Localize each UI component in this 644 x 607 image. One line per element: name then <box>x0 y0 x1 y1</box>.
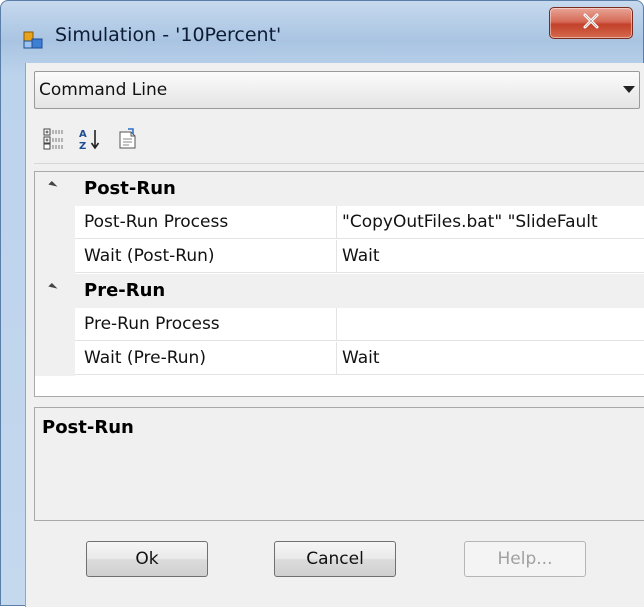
title-bar[interactable]: Simulation - '10Percent' <box>1 1 643 63</box>
svg-text:Z: Z <box>79 141 86 151</box>
categorized-button[interactable] <box>38 125 70 157</box>
property-help-panel: Post-Run <box>34 407 644 521</box>
property-row-wait-pre-run[interactable]: Wait (Pre-Run) Wait <box>35 342 644 376</box>
help-title: Post-Run <box>42 417 134 438</box>
alphabetical-button[interactable]: A Z <box>74 125 106 157</box>
row-margin <box>35 206 75 240</box>
ok-button[interactable]: Ok <box>86 541 208 577</box>
property-grid-toolbar: A Z <box>34 121 644 164</box>
property-name: Wait (Pre-Run) <box>75 342 337 375</box>
window-title: Simulation - '10Percent' <box>55 24 282 46</box>
row-margin <box>35 308 75 342</box>
category-label: Pre-Run <box>84 280 166 301</box>
dialog-client-area: Command Line A Z Post-Run Post-Run Proce… <box>25 63 644 607</box>
property-name: Pre-Run Process <box>75 308 337 341</box>
close-icon <box>582 13 600 33</box>
property-value[interactable]: Wait <box>337 240 644 273</box>
category-label: Post-Run <box>84 178 176 199</box>
property-name: Post-Run Process <box>75 206 337 239</box>
expand-triangle-icon[interactable] <box>48 180 58 191</box>
row-margin <box>35 342 75 376</box>
row-margin <box>35 240 75 274</box>
property-value[interactable]: Wait <box>337 342 644 375</box>
property-grid: Post-Run Post-Run Process "CopyOutFiles.… <box>34 171 644 397</box>
alphabetical-icon: A Z <box>78 127 102 155</box>
help-button[interactable]: Help... <box>464 541 586 577</box>
app-window-icon <box>23 30 43 50</box>
property-value[interactable]: "CopyOutFiles.bat" "SlideFault <box>337 206 644 239</box>
categorized-icon <box>43 128 65 154</box>
dropdown-selected-value: Command Line <box>39 80 168 100</box>
category-row-post-run[interactable]: Post-Run <box>35 172 644 206</box>
property-row-post-run-process[interactable]: Post-Run Process "CopyOutFiles.bat" "Sli… <box>35 206 644 240</box>
property-row-pre-run-process[interactable]: Pre-Run Process <box>35 308 644 342</box>
object-selector-dropdown[interactable]: Command Line <box>34 71 640 109</box>
property-row-wait-post-run[interactable]: Wait (Post-Run) Wait <box>35 240 644 274</box>
cancel-button[interactable]: Cancel <box>274 541 396 577</box>
svg-text:A: A <box>79 129 87 140</box>
property-name: Wait (Post-Run) <box>75 240 337 273</box>
property-pages-button[interactable] <box>112 125 144 157</box>
category-row-pre-run[interactable]: Pre-Run <box>35 274 644 308</box>
property-value[interactable] <box>337 308 644 341</box>
property-pages-icon <box>117 128 139 154</box>
expand-triangle-icon[interactable] <box>48 282 58 293</box>
dialog-window: Simulation - '10Percent' Command Line A … <box>0 0 644 607</box>
close-button[interactable] <box>549 7 633 39</box>
chevron-down-icon[interactable] <box>623 86 635 93</box>
